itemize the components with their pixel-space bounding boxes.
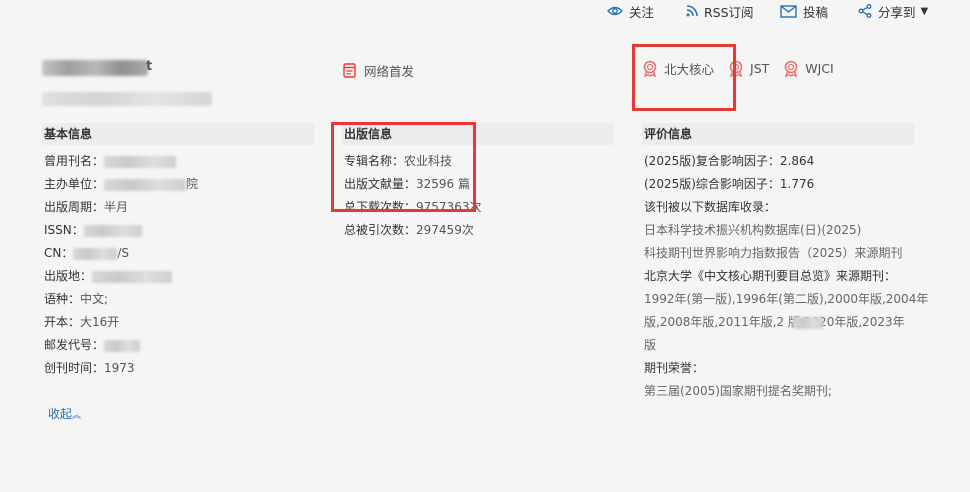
journal-subtitle-redacted [42,92,212,106]
first-publish-tag[interactable]: 网络首发 [343,61,414,80]
info-row-frequency: 出版周期：半月 [44,200,129,214]
rss-icon [686,5,698,17]
eval-composite-if: (2025版)复合影响因子：2.864 [644,154,815,168]
eval-honors-item: 第三届(2005)国家期刊提名奖期刊; [644,384,832,398]
eval-pku-heading: 北京大学《中文核心期刊要目总览》来源期刊： [644,269,897,283]
chevron-down-icon: ▼ [920,5,929,17]
share-label: 分享到 [878,4,916,20]
info-row-language: 语种：中文; [44,292,109,306]
collapse-button[interactable]: 收起︽ [48,405,81,422]
redacted-value [104,178,187,191]
badge-label: WJCI [805,61,834,76]
redacted-value [83,224,142,237]
rss-button[interactable]: RSS订阅 [686,2,754,20]
award-ribbon-icon [784,60,798,77]
info-row-postal-code: 邮发代号： [44,334,198,357]
eval-database-wjci: 科技期刊世界影响力指数报告（2025）来源期刊 [644,246,903,260]
top-toolbar: 关注 RSS订阅 投稿 分享到 ▼ [0,0,970,22]
journal-badges: 北大核心 JST WJCI [642,59,848,78]
badge-wjci[interactable]: WJCI [783,60,834,77]
badge-jst[interactable]: JST [728,60,769,77]
rss-label: RSS订阅 [704,4,754,20]
basic-info-list: 曾用刊名： 主办单位：院 出版周期：半月 ISSN： CN：/S 出版地： 语种… [44,150,198,380]
info-row-issn: ISSN： [44,219,198,242]
eval-pku-years-3: 版 [644,338,657,352]
submit-button[interactable]: 投稿 [780,2,828,20]
publish-info-list: 专辑名称：农业科技 出版文献量：32596 篇 总下载次数：9757363次 总… [344,150,481,242]
award-ribbon-icon [643,60,657,77]
info-row-downloads: 总下载次数：9757363次 [344,200,482,214]
share-button[interactable]: 分享到 ▼ [858,2,928,20]
document-icon [343,63,356,78]
basic-info-title: 基本信息 [42,123,314,145]
journal-title-tail: t [146,59,153,74]
badge-pku-core[interactable]: 北大核心 [642,59,714,78]
info-row-collection: 专辑名称：农业科技 [344,154,453,168]
evaluation-info-title: 评价信息 [642,123,914,145]
eval-pku-years-2: 版,2008年版,2011年版,2 版,2020年版,2023年 [644,315,905,329]
collapse-label: 收起 [48,407,73,421]
publish-info-title: 出版信息 [342,123,614,145]
follow-button[interactable]: 关注 [607,2,654,20]
first-publish-label: 网络首发 [364,64,415,79]
redacted-value [73,247,118,260]
info-row-location: 出版地： [44,265,198,288]
info-row-article-count: 出版文献量：32596 篇 [344,177,471,191]
eval-honors-heading: 期刊荣誉： [644,361,705,375]
mail-icon [780,4,797,18]
eval-database-jst: 日本科学技术振兴机构数据库(日)(2025) [644,223,862,237]
eval-database-heading: 该刊被以下数据库收录： [644,200,777,214]
info-row-former-name: 曾用刊名： [44,150,198,173]
redacted-value [92,270,173,283]
award-ribbon-icon [729,60,743,77]
submit-label: 投稿 [803,4,829,20]
info-row-citations: 总被引次数：297459次 [344,223,474,237]
redacted-value [793,317,823,329]
badge-label: 北大核心 [664,62,715,77]
eval-pku-years-1: 1992年(第一版),1996年(第二版),2000年版,2004年 [644,292,929,306]
info-row-sponsor: 主办单位：院 [44,177,199,191]
follow-label: 关注 [629,4,655,20]
info-row-cn: CN：/S [44,246,130,260]
eye-icon [607,6,623,16]
evaluation-info-list: (2025版)复合影响因子：2.864 (2025版)综合影响因子：1.776 … [644,150,928,403]
info-row-founded: 创刊时间：1973 [44,361,135,375]
eval-comprehensive-if: (2025版)综合影响因子：1.776 [644,177,815,191]
info-row-format: 开本：大16开 [44,315,120,329]
journal-title-redacted [42,60,148,76]
redacted-value [104,339,141,352]
redacted-value [104,155,177,168]
chevron-up-icon: ︽ [72,411,82,421]
share-icon [858,4,872,18]
badge-label: JST [750,61,770,76]
